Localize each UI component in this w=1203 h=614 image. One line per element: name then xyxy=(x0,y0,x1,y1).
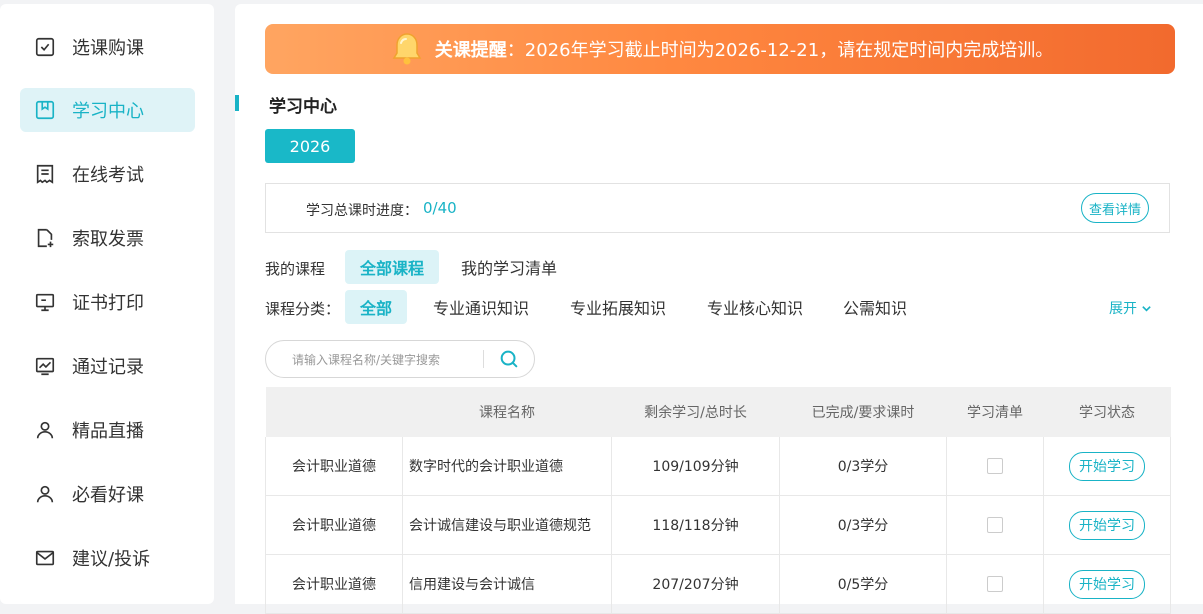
course-duration: 109/109分钟 xyxy=(611,437,780,496)
study-list-checkbox[interactable] xyxy=(987,458,1003,474)
mail-icon xyxy=(34,547,56,569)
course-duration: 207/207分钟 xyxy=(611,554,780,614)
sidebar-item-label: 学习中心 xyxy=(72,101,144,122)
search-divider xyxy=(483,350,484,368)
table-row: 会计职业道德 数字时代的会计职业道德 109/109分钟 0/3学分 开始学习 xyxy=(265,437,1171,496)
study-list-cell xyxy=(946,495,1044,555)
user-icon xyxy=(34,483,56,505)
monitor-cert-icon xyxy=(34,291,56,313)
start-learning-button[interactable]: 开始学习 xyxy=(1069,510,1145,540)
exam-doc-icon xyxy=(34,163,56,185)
course-category: 会计职业道德 xyxy=(265,495,403,555)
category-extended[interactable]: 专业拓展知识 xyxy=(558,290,678,324)
main-content: 关课提醒 ：2026年学习截止时间为2026-12-21，请在规定时间内完成培训… xyxy=(235,4,1203,614)
view-details-button[interactable]: 查看详情 xyxy=(1081,193,1149,223)
col-header-duration: 剩余学习/总时长 xyxy=(611,387,780,437)
course-name: 会计诚信建设与职业道德规范 xyxy=(402,495,612,555)
bell-icon xyxy=(387,29,427,69)
study-list-checkbox[interactable] xyxy=(987,576,1003,592)
category-public[interactable]: 公需知识 xyxy=(831,290,919,324)
sidebar-item-feedback[interactable]: 建议/投诉 xyxy=(20,536,195,580)
sidebar-item-select-course[interactable]: 选课购课 xyxy=(20,25,195,69)
sidebar-item-pass-record[interactable]: 通过记录 xyxy=(20,344,195,388)
checkbox-icon xyxy=(34,36,56,58)
year-button[interactable]: 2026 xyxy=(265,129,355,163)
category-all[interactable]: 全部 xyxy=(345,290,407,324)
tab-all-courses[interactable]: 全部课程 xyxy=(345,250,439,284)
user-icon xyxy=(34,419,56,441)
start-learning-button[interactable]: 开始学习 xyxy=(1069,569,1145,599)
study-list-cell xyxy=(946,437,1044,496)
reminder-banner: 关课提醒 ：2026年学习截止时间为2026-12-21，请在规定时间内完成培训… xyxy=(265,24,1175,74)
status-cell: 开始学习 xyxy=(1043,554,1171,614)
banner-message: ：2026年学习截止时间为2026-12-21，请在规定时间内完成培训。 xyxy=(506,40,1054,61)
sidebar-item-label: 必看好课 xyxy=(72,485,144,506)
banner-highlight: 关课提醒 xyxy=(434,40,507,61)
course-table: 课程名称 剩余学习/总时长 已完成/要求课时 学习清单 学习状态 会计职业道德 … xyxy=(265,387,1171,614)
sidebar: 选课购课 学习中心 在线考试 索取发票 证书打印 通过记录 精品直播 必看好课 … xyxy=(0,4,214,604)
tab-my-study-list[interactable]: 我的学习清单 xyxy=(454,250,564,284)
chevron-down-icon xyxy=(1142,305,1151,312)
category-core[interactable]: 专业核心知识 xyxy=(695,290,815,324)
sidebar-item-label: 精品直播 xyxy=(72,421,144,442)
sidebar-item-label: 索取发票 xyxy=(72,229,144,250)
progress-value: 0/40 xyxy=(423,199,457,217)
sidebar-item-learning-center[interactable]: 学习中心 xyxy=(20,88,195,132)
category-general[interactable]: 专业通识知识 xyxy=(421,290,541,324)
sidebar-item-label: 证书打印 xyxy=(72,293,144,314)
table-row: 会计职业道德 信用建设与会计诚信 207/207分钟 0/5学分 开始学习 xyxy=(265,554,1171,614)
course-credits: 0/3学分 xyxy=(779,495,947,555)
course-credits: 0/3学分 xyxy=(779,437,947,496)
status-cell: 开始学习 xyxy=(1043,437,1171,496)
study-list-cell xyxy=(946,554,1044,614)
course-credits: 0/5学分 xyxy=(779,554,947,614)
my-courses-label: 我的课程 xyxy=(265,260,326,278)
progress-box: 学习总课时进度： 0/40 查看详情 xyxy=(265,183,1170,233)
sidebar-item-invoice[interactable]: 索取发票 xyxy=(20,216,195,260)
progress-label: 学习总课时进度： xyxy=(306,203,418,219)
sidebar-item-must-watch[interactable]: 必看好课 xyxy=(20,472,195,516)
course-duration: 118/118分钟 xyxy=(611,495,780,555)
course-category: 会计职业道德 xyxy=(265,437,403,496)
section-marker xyxy=(235,95,239,111)
table-header-row: 课程名称 剩余学习/总时长 已完成/要求课时 学习清单 学习状态 xyxy=(265,387,1171,437)
col-header-category xyxy=(265,387,403,437)
chart-icon xyxy=(34,355,56,377)
study-list-checkbox[interactable] xyxy=(987,517,1003,533)
table-row: 会计职业道德 会计诚信建设与职业道德规范 118/118分钟 0/3学分 开始学… xyxy=(265,495,1171,555)
search-box xyxy=(265,340,535,378)
sidebar-item-live[interactable]: 精品直播 xyxy=(20,408,195,452)
col-header-status: 学习状态 xyxy=(1043,387,1171,437)
course-name: 信用建设与会计诚信 xyxy=(402,554,612,614)
search-icon[interactable] xyxy=(498,348,520,370)
bookmark-icon xyxy=(34,99,56,121)
sidebar-item-label: 建议/投诉 xyxy=(72,549,151,570)
sidebar-item-certificate[interactable]: 证书打印 xyxy=(20,280,195,324)
sidebar-item-online-exam[interactable]: 在线考试 xyxy=(20,152,195,196)
course-category: 会计职业道德 xyxy=(265,554,403,614)
sidebar-item-label: 通过记录 xyxy=(72,357,144,378)
category-label: 课程分类： xyxy=(265,300,341,318)
search-input[interactable] xyxy=(290,349,484,371)
col-header-study-list: 学习清单 xyxy=(946,387,1044,437)
page-title: 学习中心 xyxy=(269,97,337,117)
sidebar-item-label: 选课购课 xyxy=(72,38,144,59)
status-cell: 开始学习 xyxy=(1043,495,1171,555)
col-header-name: 课程名称 xyxy=(402,387,612,437)
expand-button[interactable]: 展开 xyxy=(1109,298,1152,318)
sidebar-item-label: 在线考试 xyxy=(72,165,144,186)
col-header-credits: 已完成/要求课时 xyxy=(779,387,947,437)
course-name: 数字时代的会计职业道德 xyxy=(402,437,612,496)
start-learning-button[interactable]: 开始学习 xyxy=(1069,451,1145,481)
expand-label: 展开 xyxy=(1109,301,1137,317)
invoice-add-icon xyxy=(34,227,56,249)
